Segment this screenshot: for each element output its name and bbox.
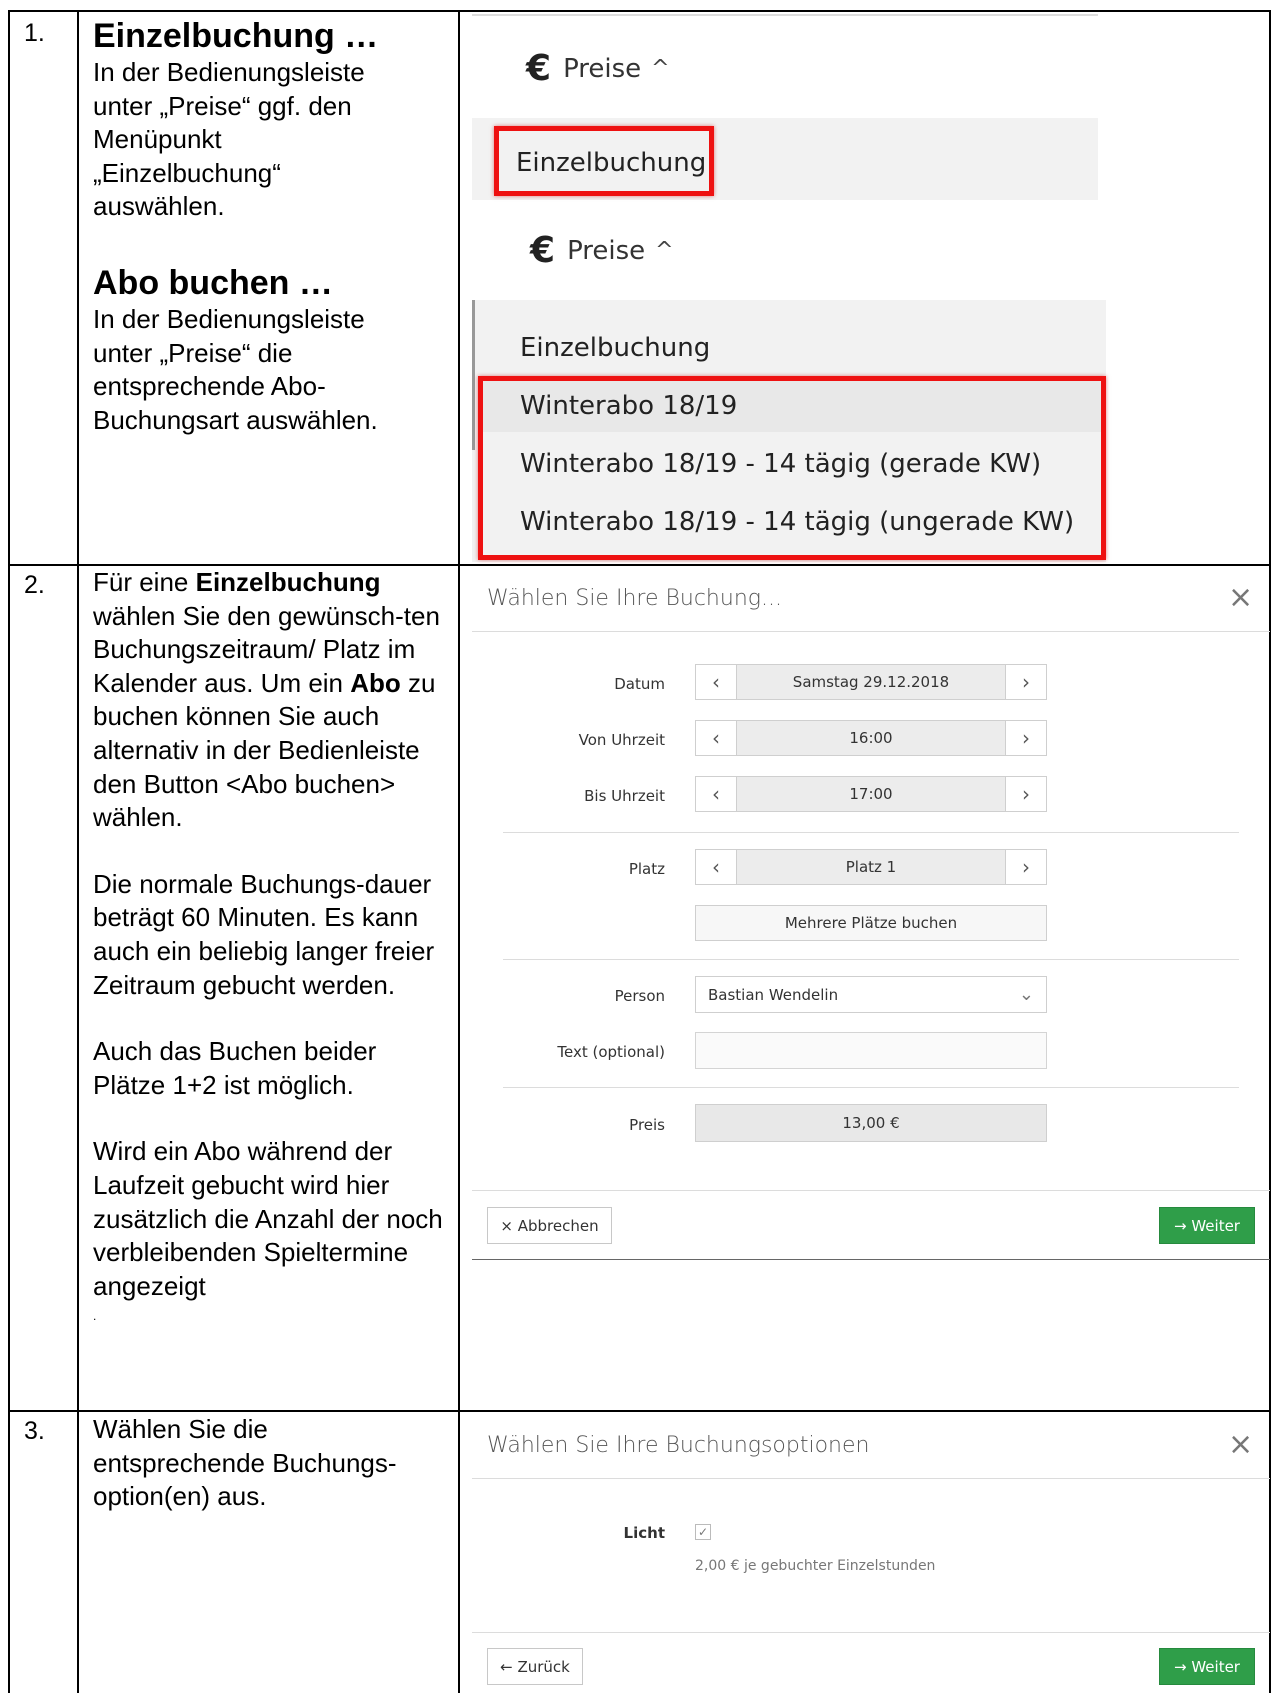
person-select[interactable]: Bastian Wendelin ⌄ [695,976,1047,1013]
to-time-stepper: ‹ 17:00 › [695,776,1047,812]
dialog-footer-divider [472,1190,1270,1191]
prices-menu-label: Preise [567,235,646,266]
prices-menu-label: Preise [563,53,642,84]
row-1-description: Einzelbuchung … In der Bedienungsleiste … [93,16,443,437]
row-2-paragraph-4: Wird ein Abo während der Laufzeit gebuch… [93,1136,443,1301]
from-time-stepper: ‹ 16:00 › [695,720,1047,756]
to-time-next-button[interactable]: › [1005,777,1046,811]
highlight-box [494,126,714,196]
price-value: 13,00 € [695,1104,1047,1142]
row-1-line: Menüpunkt [93,124,222,155]
row-1-line: In der Bedienungsleiste [93,303,365,334]
row-1-line: unter „Preise“ die [93,337,293,368]
cancel-button[interactable]: × Abbrechen [487,1207,612,1244]
row-1-heading-single: Einzelbuchung … [93,17,379,55]
row-2-paragraph-1: Für eine Einzelbuchung wählen Sie den ge… [93,567,440,833]
highlight-box [478,376,1106,560]
menu-left-edge [472,300,475,450]
next-button[interactable]: → Weiter [1159,1648,1255,1685]
text-optional-label: Text (optional) [557,1043,665,1061]
row-1-heading-abo: Abo buchen … [93,263,333,302]
prices-menu-toggle[interactable]: € Preise ^ [530,230,674,271]
court-value: Platz 1 [845,858,897,876]
euro-icon: € [526,48,552,89]
column-divider-1 [77,10,79,1693]
row-2-number: 2. [24,571,45,599]
row-1-line: Buchungsart auswählen. [93,404,378,435]
to-time-label: Bis Uhrzeit [584,787,665,805]
row-1-line: unter „Preise“ ggf. den [93,90,352,121]
next-button[interactable]: → Weiter [1159,1207,1255,1244]
row-2-description: Für eine Einzelbuchung wählen Sie den ge… [93,566,443,1329]
row-1-line: auswählen. [93,191,225,222]
dialog-footer-divider [472,1632,1270,1633]
chevron-down-icon: ⌄ [1018,984,1034,1005]
to-time-value: 17:00 [849,785,893,803]
chevron-up-icon: ^ [651,56,670,81]
table-border-left [8,10,10,1693]
dialog-bottom-border [472,1259,1270,1260]
column-divider-2 [458,10,460,1693]
dialog-title: Wählen Sie Ihre Buchung... [487,586,782,611]
chevron-up-icon: ^ [655,238,674,263]
euro-icon: € [530,230,556,271]
prices-menu-toggle[interactable]: € Preise ^ [526,48,670,89]
date-stepper: ‹ Samstag 29.12.2018 › [695,664,1047,700]
row-1-number: 1. [24,19,45,47]
row-1-line: entsprechende Abo- [93,371,326,402]
close-icon[interactable]: × [1228,583,1253,613]
court-next-button[interactable]: › [1005,850,1046,884]
row-2-paragraph-5: . [93,1309,97,1324]
date-prev-button[interactable]: ‹ [696,665,737,699]
row-3-number: 3. [24,1417,45,1445]
dialog-header-divider [472,631,1270,632]
court-label: Platz [628,860,665,878]
back-button[interactable]: ← Zurück [487,1648,583,1685]
row-2-paragraph-2: Die normale Buchungs-dauer beträgt 60 Mi… [93,868,435,1000]
row-divider-2 [8,1410,1271,1412]
from-time-value: 16:00 [849,729,893,747]
light-option-label: Licht [623,1524,665,1542]
multiple-courts-button[interactable]: Mehrere Plätze buchen [695,905,1047,941]
dialog-header-divider [472,1478,1270,1479]
date-next-button[interactable]: › [1005,665,1046,699]
close-icon[interactable]: × [1228,1430,1253,1460]
menu-item-einzelbuchung[interactable]: Einzelbuchung [520,333,710,363]
person-section-divider [503,1087,1239,1088]
person-label: Person [614,987,665,1005]
person-value: Bastian Wendelin [708,985,839,1004]
light-option-checkbox[interactable]: ✓ [695,1524,711,1540]
from-time-prev-button[interactable]: ‹ [696,721,737,755]
court-stepper: ‹ Platz 1 › [695,849,1047,885]
row-1-line: In der Bedienungsleiste [93,57,365,87]
row-1-line: „Einzelbuchung“ [93,157,281,188]
price-label: Preis [629,1116,665,1134]
from-time-next-button[interactable]: › [1005,721,1046,755]
time-section-divider [503,832,1239,833]
light-option-note: 2,00 € je gebuchter Einzelstunden [695,1558,936,1574]
dialog-title: Wählen Sie Ihre Buchungsoptionen [487,1433,870,1458]
court-section-divider [503,959,1239,960]
row-3-description: Wählen Sie die entsprechende Buchungs-op… [93,1414,397,1512]
text-optional-input[interactable] [695,1032,1047,1069]
from-time-label: Von Uhrzeit [578,731,665,749]
to-time-prev-button[interactable]: ‹ [696,777,737,811]
menu-top-line [472,14,1098,16]
court-prev-button[interactable]: ‹ [696,850,737,884]
row-2-paragraph-3: Auch das Buchen beider Plätze 1+2 ist mö… [93,1036,377,1100]
date-value: Samstag 29.12.2018 [792,673,950,691]
table-border-top [8,10,1271,12]
date-label: Datum [614,675,665,693]
